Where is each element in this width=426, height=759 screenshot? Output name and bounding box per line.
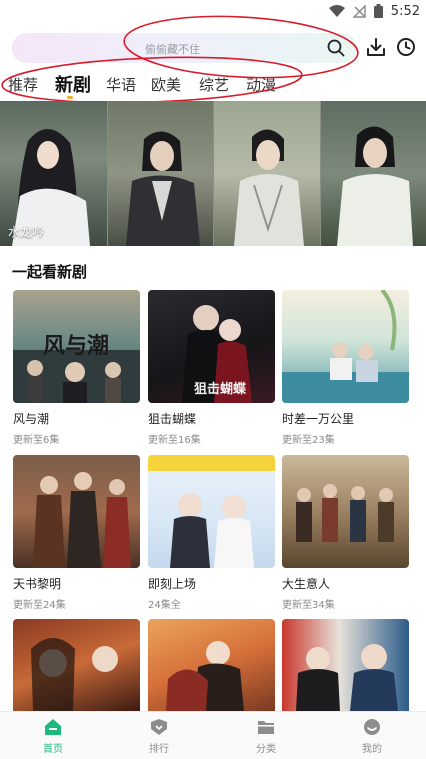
poster-art — [33, 472, 131, 568]
poster-art — [166, 641, 244, 711]
show-card[interactable]: 狙击蝴蝶 狙击蝴蝶 更新至16集 — [148, 290, 275, 446]
nav-profile[interactable]: 我的 — [342, 718, 402, 755]
banner-panel — [213, 101, 320, 246]
search-placeholder: 偷偷藏不住 — [145, 43, 200, 56]
show-poster: 风与潮 — [13, 290, 140, 403]
category-tabs: 推荐 新剧 华语 欧美 综艺 动漫 — [0, 70, 426, 98]
poster-art — [296, 644, 398, 711]
poster-art — [148, 455, 275, 568]
nav-label: 我的 — [362, 744, 382, 755]
tab-new-drama[interactable]: 新剧 — [55, 71, 91, 97]
nav-label: 分类 — [256, 744, 276, 755]
show-title: 即刻上场 — [148, 577, 197, 591]
banner-panel — [319, 101, 426, 246]
download-icon[interactable] — [365, 36, 387, 58]
show-poster — [282, 619, 409, 711]
show-title: 天书黎明 — [13, 577, 62, 591]
show-card[interactable] — [148, 619, 275, 711]
status-icons: 5:52 — [328, 2, 420, 20]
show-card[interactable]: 即刻上场 24集全 — [148, 455, 275, 611]
show-title: 狙击蝴蝶 — [148, 412, 197, 426]
show-title: 大生意人 — [282, 577, 331, 591]
show-poster — [282, 290, 409, 403]
nav-home[interactable]: 首页 — [23, 718, 83, 755]
tab-recommend[interactable]: 推荐 — [8, 74, 38, 95]
rank-icon — [151, 719, 167, 735]
poster-art — [31, 638, 118, 711]
banner-figure — [336, 126, 413, 246]
banner-panel — [106, 101, 213, 246]
search-row: 偷偷藏不住 — [0, 33, 426, 65]
bottom-navigation: 首页 排行 分类 我的 — [0, 711, 426, 759]
show-poster — [13, 619, 140, 711]
show-poster — [13, 455, 140, 568]
no-signal-icon — [352, 4, 366, 18]
section-title: 一起看新剧 — [12, 263, 88, 281]
status-time: 5:52 — [390, 3, 420, 19]
show-poster — [282, 455, 409, 568]
show-title: 风与潮 — [13, 412, 50, 426]
banner-caption: 水龙吟 — [8, 225, 45, 239]
show-update-status: 更新至34集 — [282, 600, 335, 611]
show-title: 时差一万公里 — [282, 412, 355, 426]
show-update-status: 更新至24集 — [13, 600, 66, 611]
status-bar: 5:52 — [0, 0, 426, 22]
show-poster: 狙击蝴蝶 — [148, 290, 275, 403]
folder-icon — [258, 721, 274, 734]
banner-figure — [234, 129, 304, 246]
tab-chinese[interactable]: 华语 — [106, 74, 136, 95]
active-tab-indicator — [67, 96, 73, 99]
poster-title-text: 狙击蝴蝶 — [194, 382, 247, 397]
show-card[interactable]: 时差一万公里 更新至23集 — [282, 290, 409, 446]
show-card[interactable]: 大生意人 更新至34集 — [282, 455, 409, 611]
search-icon[interactable] — [327, 39, 345, 57]
poster-title-text: 风与潮 — [43, 333, 110, 359]
tab-variety[interactable]: 综艺 — [199, 74, 229, 95]
history-icon[interactable] — [395, 36, 417, 58]
nav-ranking[interactable]: 排行 — [129, 718, 189, 755]
poster-art — [282, 290, 409, 403]
show-update-status: 更新至16集 — [148, 435, 201, 446]
show-poster — [148, 455, 275, 568]
tab-western[interactable]: 欧美 — [151, 74, 181, 95]
battery-icon — [373, 4, 383, 18]
nav-label: 首页 — [43, 744, 63, 755]
nav-label: 排行 — [149, 744, 169, 755]
show-card[interactable] — [13, 619, 140, 711]
wifi-icon — [328, 4, 345, 17]
show-update-status: 更新至6集 — [13, 435, 60, 446]
tab-anime[interactable]: 动漫 — [246, 74, 276, 95]
show-update-status: 24集全 — [148, 600, 181, 611]
show-card[interactable]: 天书黎明 更新至24集 — [13, 455, 140, 611]
banner-carousel[interactable] — [0, 101, 426, 246]
poster-art — [296, 484, 394, 542]
show-poster — [148, 619, 275, 711]
show-card[interactable] — [282, 619, 409, 711]
show-card[interactable]: 风与潮 风与潮 更新至6集 — [13, 290, 140, 446]
banner-figure — [125, 131, 200, 246]
home-icon — [45, 719, 61, 735]
show-update-status: 更新至23集 — [282, 435, 335, 446]
nav-category[interactable]: 分类 — [236, 718, 296, 755]
profile-icon — [364, 719, 380, 735]
search-input[interactable]: 偷偷藏不住 — [12, 33, 357, 63]
